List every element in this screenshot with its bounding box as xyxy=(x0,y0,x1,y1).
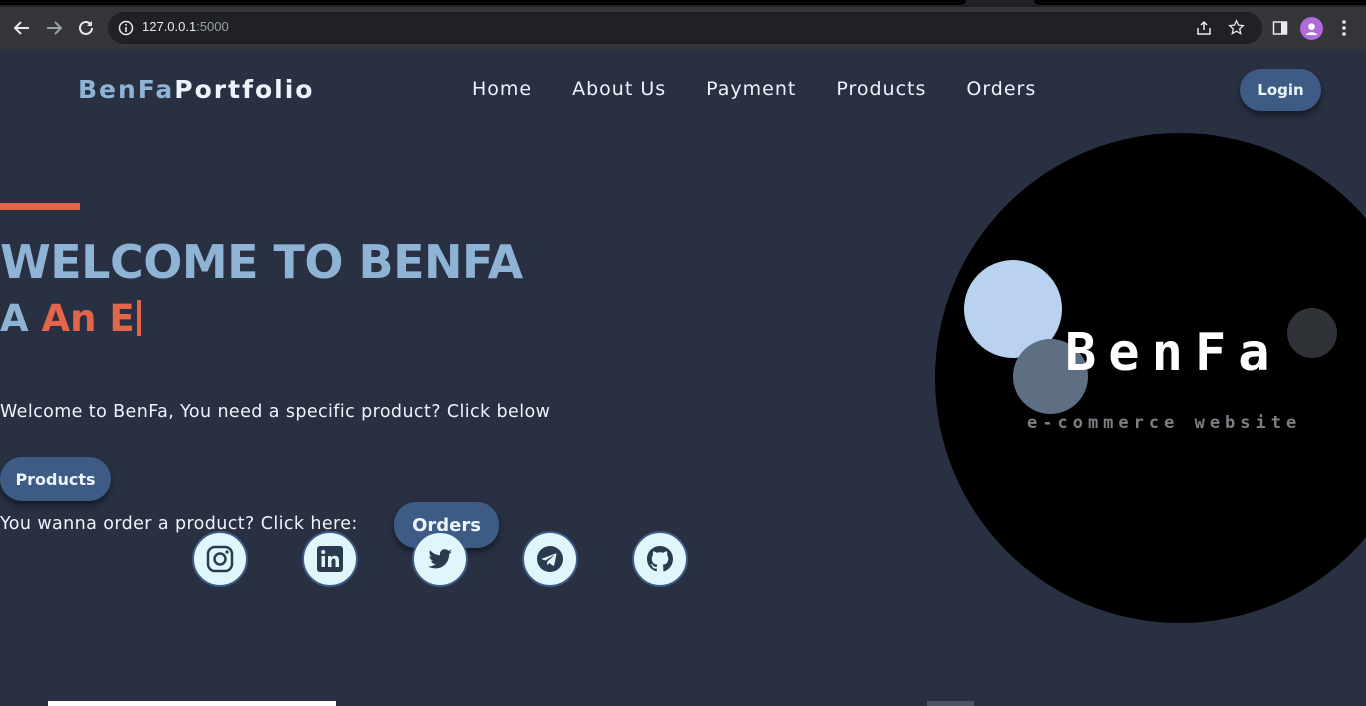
main-nav: Home About Us Payment Products Orders xyxy=(472,78,1076,100)
typed-line: A An E xyxy=(0,297,141,340)
scrollbar-thumb[interactable] xyxy=(927,701,974,706)
browser-toolbar: 127.0.0.1:5000 xyxy=(0,7,1366,49)
linkedin-link[interactable] xyxy=(302,531,358,587)
instagram-icon xyxy=(206,545,234,573)
linkedin-icon xyxy=(317,546,343,572)
url-host: 127.0.0.1 xyxy=(142,19,197,34)
profile-avatar[interactable] xyxy=(1300,17,1323,40)
hero-headline: WELCOME TO BENFA xyxy=(0,235,523,289)
typed-text: An E xyxy=(41,297,135,340)
page-content: BenFaPortfolio Home About Us Payment Pro… xyxy=(0,49,1366,706)
share-icon[interactable] xyxy=(1196,20,1212,40)
hero-intro-text: Welcome to BenFa, You need a specific pr… xyxy=(0,402,551,422)
browser-tab[interactable] xyxy=(1034,0,1366,5)
nav-products[interactable]: Products xyxy=(836,78,926,100)
url-text: 127.0.0.1:5000 xyxy=(142,19,229,34)
url-port: :5000 xyxy=(196,19,229,34)
telegram-link[interactable] xyxy=(522,531,578,587)
hero-brand-graphic: BenFa e-commerce website xyxy=(935,133,1366,623)
github-icon xyxy=(647,546,673,572)
brand-part1: BenFa xyxy=(78,75,175,104)
browser-tab[interactable] xyxy=(0,0,966,5)
forward-arrow-icon[interactable] xyxy=(42,16,66,40)
nav-home[interactable]: Home xyxy=(472,78,532,100)
brand-logo[interactable]: BenFaPortfolio xyxy=(78,75,314,104)
menu-kebab-icon[interactable] xyxy=(1332,16,1356,40)
bookmark-star-icon[interactable] xyxy=(1228,19,1245,40)
accent-divider xyxy=(0,203,80,210)
brand-part2: Portfolio xyxy=(174,75,315,104)
order-prompt-text: You wanna order a product? Click here: xyxy=(0,514,358,534)
address-bar[interactable]: 127.0.0.1:5000 xyxy=(108,12,1262,44)
nav-orders[interactable]: Orders xyxy=(966,78,1036,100)
github-link[interactable] xyxy=(632,531,688,587)
reload-icon[interactable] xyxy=(74,16,98,40)
twitter-link[interactable] xyxy=(412,531,468,587)
decorative-bubble xyxy=(1287,308,1337,358)
hero-brand-word: BenFa xyxy=(1065,323,1282,383)
site-info-icon[interactable] xyxy=(118,20,134,36)
instagram-link[interactable] xyxy=(192,531,248,587)
nav-payment[interactable]: Payment xyxy=(706,78,796,100)
nav-about-us[interactable]: About Us xyxy=(572,78,666,100)
products-button[interactable]: Products xyxy=(0,457,111,501)
login-button[interactable]: Login xyxy=(1240,69,1321,111)
twitter-icon xyxy=(428,549,452,569)
telegram-icon xyxy=(537,546,563,572)
bottom-strip xyxy=(48,701,336,706)
typed-prefix: A xyxy=(0,297,42,340)
side-panel-icon[interactable] xyxy=(1268,16,1292,40)
back-arrow-icon[interactable] xyxy=(10,16,34,40)
hero-brand-subtitle: e-commerce website xyxy=(1027,413,1302,433)
typing-cursor xyxy=(136,300,141,336)
browser-tab-strip xyxy=(0,0,1366,7)
